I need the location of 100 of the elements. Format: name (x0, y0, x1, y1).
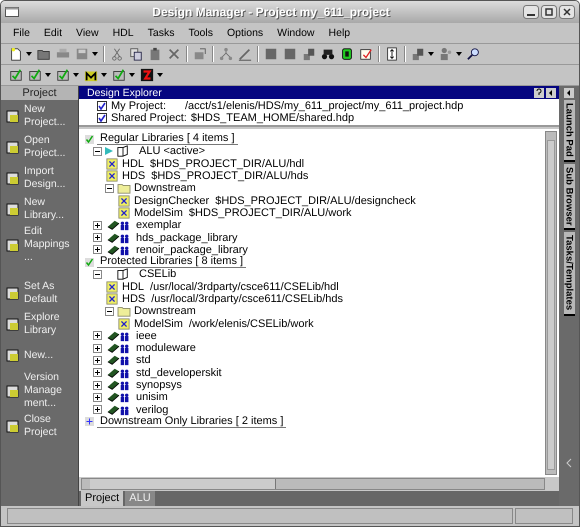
checkbox[interactable] (97, 113, 107, 123)
collapse-icon[interactable] (93, 146, 102, 156)
m-tool-icon[interactable] (84, 68, 98, 82)
menu-item[interactable]: Tools (188, 27, 213, 39)
shortcut-label[interactable]: Edit Mappings... (24, 225, 70, 264)
check-tool-icon[interactable] (28, 68, 42, 82)
collapse-icon[interactable] (93, 270, 102, 279)
menu-item[interactable]: HDL (112, 27, 134, 39)
shortcut-icon[interactable] (5, 108, 21, 124)
menu-item[interactable]: View (76, 27, 99, 39)
vertical-scrollbar[interactable] (545, 131, 557, 475)
help-icon[interactable] (534, 88, 544, 98)
clipboard-icon[interactable] (148, 47, 162, 61)
shortcut-label[interactable]: New... (24, 348, 70, 362)
caret-icon[interactable] (26, 52, 32, 56)
library-name[interactable]: exemplar (136, 219, 182, 232)
shortcut-icon[interactable] (5, 316, 21, 332)
library-name[interactable]: unisim (136, 391, 168, 404)
library-name[interactable]: synopsys (136, 379, 182, 392)
new-document-icon[interactable] (9, 47, 23, 61)
side-tab[interactable]: Sub Browser (564, 164, 574, 230)
shortcut-label[interactable]: Close Project (24, 413, 70, 439)
side-tab[interactable]: Launch Pad (564, 100, 574, 162)
shortcut-label[interactable]: Open Project... (24, 134, 70, 160)
mapping-name[interactable]: HDL (122, 280, 144, 293)
library-name[interactable]: std (136, 354, 151, 366)
blocks-icon[interactable] (411, 47, 425, 61)
arrows-icon[interactable] (385, 47, 399, 61)
plus-section-icon[interactable] (85, 417, 94, 426)
maximize-icon[interactable] (541, 5, 557, 19)
pencil-icon[interactable] (238, 47, 252, 61)
shortcut-label[interactable]: New Project... (24, 103, 70, 129)
library-name[interactable]: moduleware (136, 342, 196, 354)
block-icon[interactable] (264, 47, 278, 61)
menu-item[interactable]: File (13, 27, 30, 39)
expand-icon[interactable] (93, 392, 102, 402)
shortcut-label[interactable]: Version Management... (24, 371, 70, 410)
library-name[interactable]: renoir_package_library (136, 244, 248, 256)
expand-icon[interactable] (93, 233, 102, 242)
expand-icon[interactable] (93, 380, 102, 390)
delete-icon[interactable] (167, 47, 181, 61)
section-label[interactable]: Protected Libraries [ 8 items ] (97, 256, 246, 268)
shortcut-label[interactable]: New Library... (24, 196, 70, 222)
checked-section-icon[interactable] (85, 134, 94, 144)
shortcut-icon[interactable] (5, 170, 21, 186)
shortcut-icon[interactable] (5, 285, 21, 301)
checklist-icon[interactable] (359, 47, 373, 61)
shortcut-icon[interactable] (5, 382, 21, 398)
mapping-name[interactable]: HDL (122, 158, 144, 170)
minimize-icon[interactable] (523, 5, 539, 19)
expand-icon[interactable] (93, 405, 102, 414)
expand-icon[interactable] (93, 344, 102, 353)
menu-item[interactable]: Tasks (148, 27, 174, 39)
block-icon[interactable] (283, 47, 297, 61)
scissors-icon[interactable] (110, 47, 124, 61)
section-label[interactable]: Downstream Only Libraries [ 2 items ] (97, 416, 286, 428)
checked-section-icon[interactable] (85, 258, 94, 267)
library-name[interactable]: CSELib (139, 268, 176, 280)
collapse-icon[interactable] (105, 184, 114, 193)
binoculars-icon[interactable] (321, 47, 335, 61)
shortcut-icon[interactable] (5, 347, 21, 363)
caret-icon[interactable] (428, 52, 434, 56)
side-tab[interactable]: Tasks/Templates (564, 232, 574, 316)
mapping-name[interactable]: DesignChecker (134, 194, 210, 207)
caret-icon[interactable] (45, 73, 51, 77)
caret-icon[interactable] (73, 73, 79, 77)
menu-item[interactable]: Window (277, 27, 315, 39)
collapse-icon[interactable] (105, 306, 114, 316)
mapping-name[interactable]: HDS (122, 293, 146, 305)
section-label[interactable]: Regular Libraries [ 4 items ] (97, 133, 238, 146)
shortcut-label[interactable]: Set As Default (24, 280, 70, 306)
z-tool-icon[interactable] (140, 68, 154, 82)
folder-name[interactable]: Downstream (134, 182, 196, 194)
caret-icon[interactable] (101, 73, 107, 77)
library-name[interactable]: std_developerskit (136, 366, 222, 379)
chip-icon[interactable] (340, 47, 354, 61)
expand-icon[interactable] (93, 220, 102, 230)
expand-icon[interactable] (93, 356, 102, 365)
shortcut-label[interactable]: Explore Library (24, 311, 70, 337)
expand-icon[interactable] (93, 368, 102, 378)
library-name[interactable]: ALU <active> (139, 145, 206, 158)
caret-icon[interactable] (129, 73, 135, 77)
checkbox[interactable] (97, 101, 107, 111)
menu-item[interactable]: Help (328, 27, 350, 39)
caret-icon[interactable] (157, 73, 163, 77)
tab[interactable]: Project (81, 491, 124, 506)
folder-name[interactable]: Downstream (134, 305, 196, 318)
mapping-name[interactable]: HDS (122, 170, 146, 182)
caret-icon[interactable] (92, 52, 98, 56)
library-name[interactable]: hds_package_library (136, 232, 238, 244)
close-icon[interactable] (559, 5, 575, 19)
mapping-name[interactable]: ModelSim (134, 318, 183, 330)
library-name[interactable]: ieee (136, 330, 157, 342)
caret-icon[interactable] (456, 52, 462, 56)
hierarchy-icon[interactable] (219, 47, 233, 61)
shortcut-label[interactable]: Import Design... (24, 165, 70, 191)
menu-item[interactable]: Edit (44, 27, 62, 39)
expand-icon[interactable] (93, 245, 102, 254)
menu-item[interactable]: Options (226, 27, 264, 39)
shortcut-icon[interactable] (5, 201, 21, 217)
